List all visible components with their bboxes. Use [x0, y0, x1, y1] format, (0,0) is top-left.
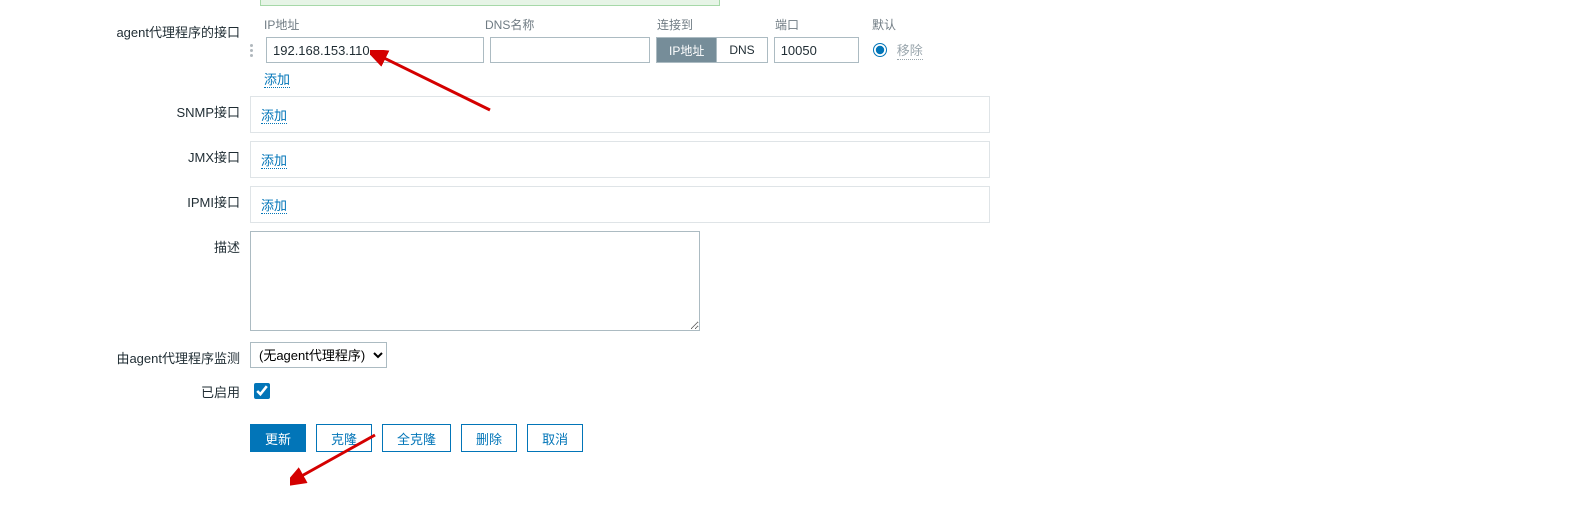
label-enabled: 已启用 — [0, 376, 250, 401]
clone-button[interactable]: 克隆 — [316, 424, 372, 452]
add-ipmi-interface-link[interactable]: 添加 — [261, 198, 287, 214]
agent-interface-row: IP地址 DNS 移除 — [250, 37, 932, 63]
add-agent-interface-link[interactable]: 添加 — [264, 72, 290, 88]
snmp-interface-box: 添加 — [250, 96, 990, 133]
default-interface-radio[interactable] — [873, 43, 887, 57]
drag-handle-icon[interactable] — [250, 44, 258, 57]
proxy-select[interactable]: (无agent代理程序) — [250, 342, 387, 368]
update-button[interactable]: 更新 — [250, 424, 306, 452]
ipmi-interface-box: 添加 — [250, 186, 990, 223]
label-ipmi-interface: IPMI接口 — [0, 186, 250, 211]
label-snmp-interface: SNMP接口 — [0, 96, 250, 121]
message-bar-remnant — [260, 0, 720, 6]
add-jmx-interface-link[interactable]: 添加 — [261, 153, 287, 169]
add-snmp-interface-link[interactable]: 添加 — [261, 108, 287, 124]
header-ip: IP地址 — [250, 16, 485, 33]
header-dns: DNS名称 — [485, 16, 657, 33]
connect-to-ip-button[interactable]: IP地址 — [657, 38, 716, 62]
action-button-row: 更新 克隆 全克隆 删除 取消 — [250, 424, 583, 452]
delete-button[interactable]: 删除 — [461, 424, 517, 452]
header-port: 端口 — [775, 16, 872, 33]
label-jmx-interface: JMX接口 — [0, 141, 250, 166]
remove-interface-link: 移除 — [897, 40, 923, 60]
description-textarea[interactable] — [250, 231, 700, 331]
cancel-button[interactable]: 取消 — [527, 424, 583, 452]
full-clone-button[interactable]: 全克隆 — [382, 424, 451, 452]
label-monitored-by: 由agent代理程序监测 — [0, 342, 250, 367]
connect-to-dns-button[interactable]: DNS — [716, 38, 766, 62]
header-default: 默认 — [872, 16, 932, 33]
ip-address-input[interactable] — [266, 37, 484, 63]
label-description: 描述 — [0, 231, 250, 256]
header-connect: 连接到 — [657, 16, 775, 33]
jmx-interface-box: 添加 — [250, 141, 990, 178]
label-agent-interface: agent代理程序的接口 — [0, 16, 250, 41]
port-input[interactable] — [774, 37, 859, 63]
dns-name-input[interactable] — [490, 37, 650, 63]
connect-to-toggle: IP地址 DNS — [656, 37, 768, 63]
enabled-checkbox[interactable] — [254, 383, 270, 399]
interface-headers: IP地址 DNS名称 连接到 端口 默认 — [250, 16, 932, 33]
